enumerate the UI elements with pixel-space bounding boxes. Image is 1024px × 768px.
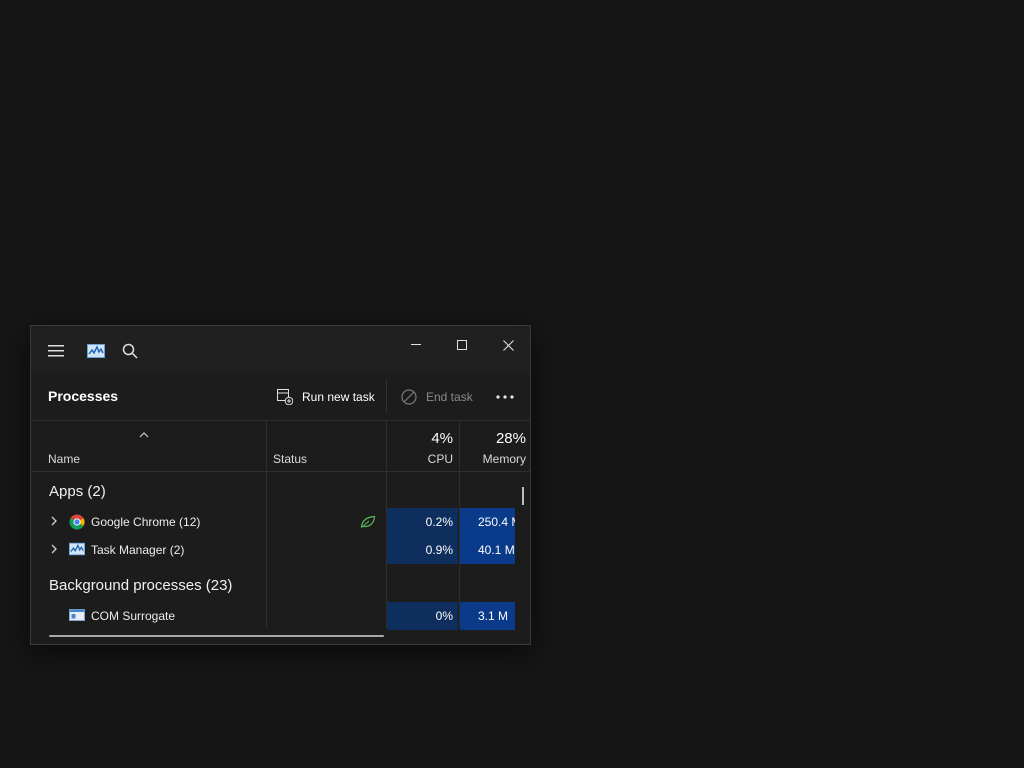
task-manager-window: Processes Run new task End task Name Sta… [30, 325, 531, 645]
chevron-right-icon[interactable] [48, 542, 60, 556]
column-memory[interactable]: Memory [460, 452, 526, 466]
minimize-icon [411, 344, 421, 345]
minimize-button[interactable] [393, 330, 439, 360]
title-bar [31, 326, 530, 372]
process-row-task-manager[interactable]: Task Manager (2) 0.9% 40.1 M [31, 536, 530, 564]
page-title: Processes [48, 388, 119, 404]
memory-value: 250.4 M [478, 515, 515, 529]
horizontal-scrollbar[interactable] [49, 635, 384, 637]
task-manager-app-icon [85, 340, 107, 362]
memory-cell: 250.4 M [460, 508, 515, 536]
maximize-icon [457, 340, 467, 350]
more-options-button[interactable] [496, 385, 514, 409]
cpu-value: 0.9% [425, 543, 453, 557]
cpu-cell: 0.9% [387, 536, 458, 564]
memory-value: 3.1 M [478, 609, 509, 623]
command-bar: Processes Run new task End task [31, 372, 530, 421]
column-header-row: Name Status 4% CPU 28% Memory [31, 421, 530, 472]
memory-cell: 40.1 M [460, 536, 515, 564]
process-name: COM Surrogate [91, 609, 176, 623]
memory-value: 40.1 M [478, 543, 515, 557]
cpu-value: 0% [435, 609, 453, 623]
group-header-background-processes: Background processes (23) [49, 577, 233, 594]
end-task-label: End task [426, 390, 473, 404]
memory-total-percent: 28% [495, 430, 526, 447]
column-name[interactable]: Name [48, 452, 80, 466]
end-task-button[interactable]: End task [400, 385, 473, 409]
process-name: Task Manager (2) [91, 543, 185, 557]
cpu-total-percent: 4% [431, 430, 453, 447]
column-cpu[interactable]: CPU [387, 452, 453, 466]
cpu-cell: 0.2% [387, 508, 458, 536]
process-name: Google Chrome (12) [91, 515, 201, 529]
chevron-right-icon[interactable] [48, 514, 60, 528]
maximize-button[interactable] [439, 330, 485, 360]
column-status[interactable]: Status [273, 452, 307, 466]
sort-ascending-icon[interactable] [139, 425, 149, 443]
efficiency-mode-leaf-icon [360, 515, 376, 534]
vertical-scrollbar[interactable] [522, 487, 524, 505]
close-icon [502, 339, 514, 351]
close-button[interactable] [485, 330, 530, 360]
run-new-task-button[interactable]: Run new task [276, 385, 375, 409]
toolbar-divider [386, 380, 387, 412]
process-row-google-chrome[interactable]: Google Chrome (12) 0.2% 250.4 M [31, 508, 530, 536]
process-row-com-surrogate[interactable]: COM Surrogate 0% 3.1 M [31, 602, 530, 630]
google-chrome-icon [69, 514, 85, 530]
cpu-value: 0.2% [425, 515, 453, 529]
com-surrogate-icon [69, 608, 85, 624]
end-task-icon [400, 388, 418, 406]
run-new-task-icon [276, 388, 294, 406]
task-manager-icon [69, 542, 85, 558]
memory-cell: 3.1 M [460, 602, 515, 630]
group-header-apps: Apps (2) [49, 483, 106, 500]
cpu-cell: 0% [387, 602, 458, 630]
search-icon[interactable] [119, 340, 141, 362]
run-new-task-label: Run new task [302, 390, 375, 404]
more-options-icon [496, 395, 514, 399]
hamburger-menu-icon[interactable] [45, 340, 67, 362]
